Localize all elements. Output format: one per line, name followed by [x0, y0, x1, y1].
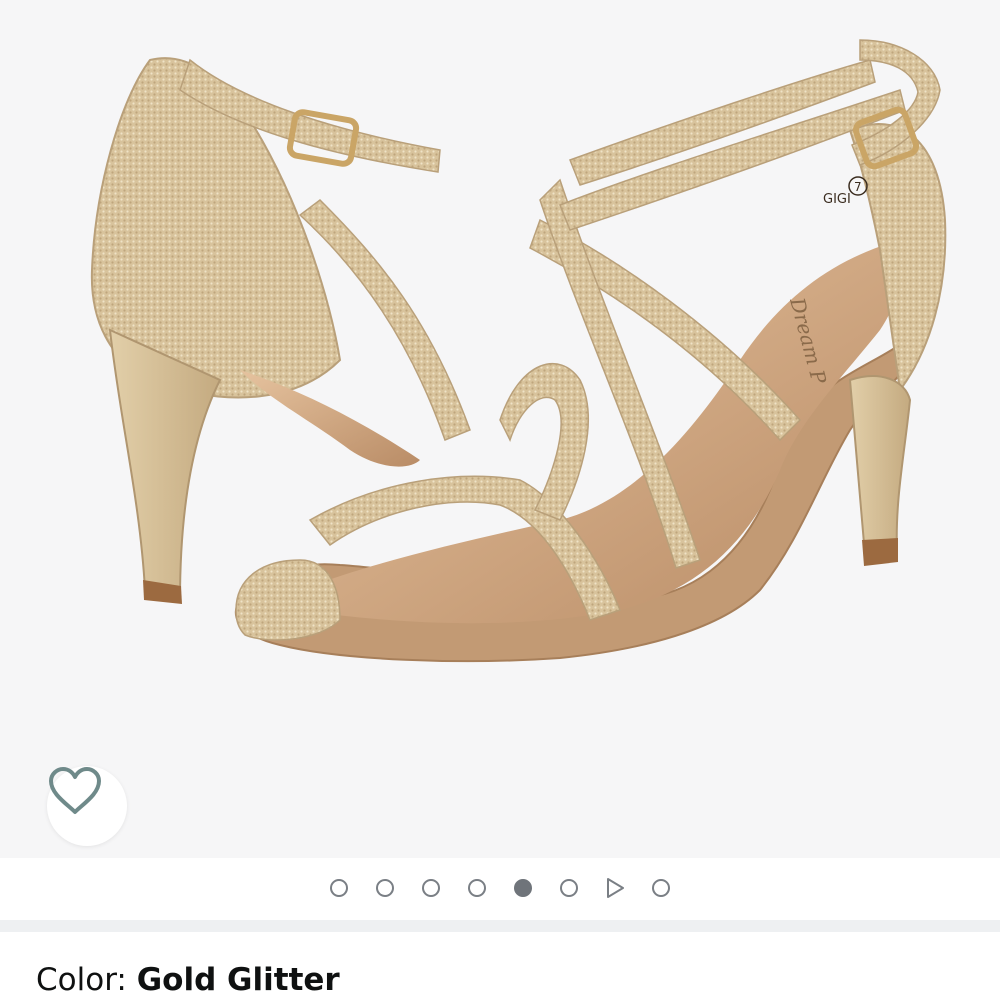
carousel-dot[interactable]: [376, 879, 394, 897]
right-shoe-heel: [848, 375, 912, 557]
carousel-dot[interactable]: [422, 879, 440, 897]
carousel-video-play-icon[interactable]: [604, 877, 626, 899]
heart-outline-icon: [49, 767, 101, 814]
color-value: Gold Glitter: [136, 962, 340, 998]
image-carousel-indicator: [0, 858, 1000, 920]
carousel-dot[interactable]: [652, 879, 670, 897]
carousel-dots: [0, 858, 1000, 920]
size-label-text: 7: [854, 180, 862, 194]
wishlist-button[interactable]: [47, 766, 127, 846]
carousel-dot-active[interactable]: [514, 879, 532, 897]
product-detail-page: GIGI 7 Dream P Color: Gold Glitter: [0, 0, 1000, 1000]
sandals-illustration: GIGI 7 Dream P: [90, 39, 947, 663]
right-shoe-toe: [235, 559, 341, 641]
carousel-dot[interactable]: [330, 879, 348, 897]
color-label: Color:: [36, 962, 137, 998]
right-shoe-heel-tip: [862, 538, 898, 566]
heel-label-text: GIGI: [823, 192, 851, 207]
color-selector-label: Color: Gold Glitter: [36, 962, 340, 998]
carousel-dot[interactable]: [560, 879, 578, 897]
carousel-dot[interactable]: [468, 879, 486, 897]
product-image[interactable]: GIGI 7 Dream P: [0, 0, 1000, 858]
left-shoe-insole: [240, 370, 420, 467]
section-divider: [0, 920, 1000, 932]
